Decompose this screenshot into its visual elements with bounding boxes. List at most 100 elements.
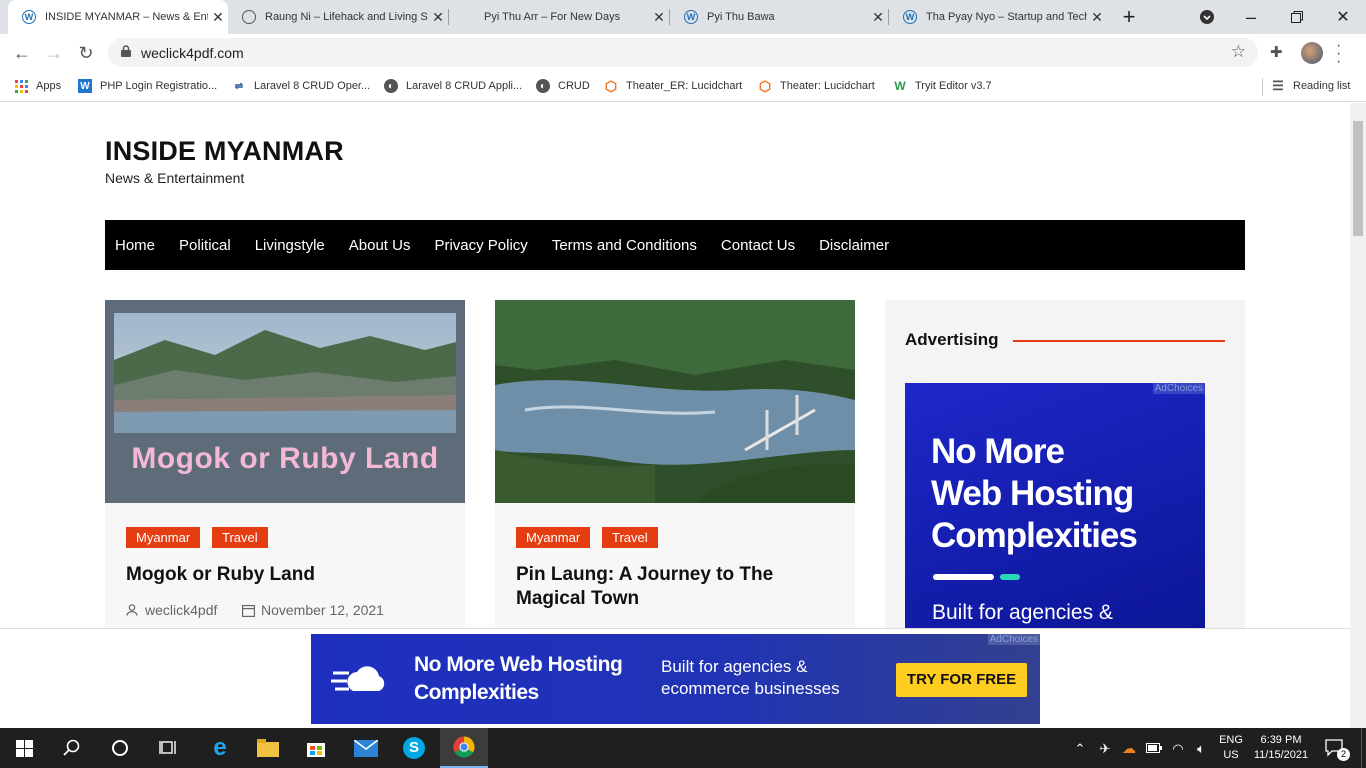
post-title[interactable]: Mogok or Ruby Land — [126, 563, 446, 587]
close-tab-icon[interactable]: ✕ — [649, 9, 669, 26]
close-tab-icon[interactable]: ✕ — [428, 9, 448, 26]
post-author[interactable]: weclick4pdf — [126, 602, 217, 618]
battery-icon[interactable] — [1143, 728, 1165, 768]
tab-title: INSIDE MYANMAR – News & Entertainment — [45, 11, 208, 23]
bookmark-tryit-editor[interactable]: W Tryit Editor v3.7 — [893, 79, 991, 93]
tab-tha-pyay-nyo[interactable]: W Tha Pyay Nyo – Startup and Technology … — [889, 0, 1107, 34]
scrollbar-thumb[interactable] — [1353, 121, 1363, 236]
tab-pyi-thu-bawa[interactable]: W Pyi Thu Bawa ✕ — [670, 0, 888, 34]
category-badge[interactable]: Myanmar — [516, 527, 591, 548]
avatar[interactable] — [1301, 42, 1323, 64]
bookmark-label: Laravel 8 CRUD Appli... — [406, 80, 523, 92]
bottom-ad-banner[interactable]: No More Web Hosting Complexities Built f… — [311, 634, 1040, 724]
restore-icon — [1291, 11, 1303, 23]
reading-list-icon: ☰ — [1272, 78, 1284, 93]
file-explorer-icon[interactable] — [244, 728, 292, 768]
bookmark-laravel-crud-appli[interactable]: ◐ Laravel 8 CRUD Appli... — [384, 79, 522, 93]
bookmark-theater-er[interactable]: ⬡ Theater_ER: Lucidchart — [604, 77, 743, 94]
bookmark-star-icon[interactable]: ☆ — [1231, 42, 1246, 62]
category-badge[interactable]: Travel — [602, 527, 658, 548]
skype-icon[interactable]: S — [390, 728, 438, 768]
site-title[interactable]: INSIDE MYANMAR — [105, 136, 344, 167]
bookmark-laravel-crud-oper[interactable]: ⇌ Laravel 8 CRUD Oper... — [232, 79, 370, 93]
forward-button[interactable]: → — [42, 41, 66, 65]
tab-raung-ni[interactable]: Raung Ni – Lifehack and Living Style ✕ — [228, 0, 448, 34]
ad-headline: No More Web Hosting Complexities — [414, 651, 623, 707]
lucidchart-icon: ⬡ — [758, 77, 772, 94]
restore-button[interactable] — [1274, 0, 1320, 34]
menu-kebab-icon[interactable]: · · · — [1336, 38, 1341, 70]
back-button[interactable]: ← — [10, 41, 34, 65]
nav-about-us[interactable]: About Us — [349, 237, 411, 254]
nav-political[interactable]: Political — [179, 237, 231, 254]
cortana-button[interactable] — [96, 728, 144, 768]
ad-subline-line: Built for agencies & — [661, 657, 808, 676]
language-code: ENG — [1219, 734, 1243, 746]
close-tab-icon[interactable]: ✕ — [1087, 9, 1107, 26]
main-navigation: Home Political Livingstyle About Us Priv… — [105, 220, 1245, 270]
tab-inside-myanmar[interactable]: W INSIDE MYANMAR – News & Entertainment … — [8, 0, 228, 34]
author-name: weclick4pdf — [145, 602, 218, 618]
w3-icon: W — [894, 79, 906, 93]
tab-pyi-thu-arr[interactable]: Pyi Thu Arr – For New Days ✕ — [449, 0, 669, 34]
clock-date: 11/15/2021 — [1253, 749, 1309, 761]
network-offline-icon[interactable]: ✈ — [1094, 728, 1116, 768]
bookmark-label: PHP Login Registratio... — [100, 80, 218, 92]
nav-disclaimer[interactable]: Disclaimer — [819, 237, 889, 254]
close-tab-icon[interactable]: ✕ — [868, 9, 888, 26]
reading-list-button[interactable]: ☰ Reading list — [1271, 78, 1350, 93]
category-badge[interactable]: Travel — [212, 527, 268, 548]
close-window-button[interactable]: ✕ — [1320, 0, 1366, 34]
tab-search-button[interactable] — [1184, 0, 1230, 34]
address-bar[interactable]: weclick4pdf.com ☆ — [108, 38, 1258, 67]
bookmark-apps[interactable]: Apps — [14, 79, 61, 93]
wordpress-icon: W — [903, 10, 917, 24]
lake-bridge-image — [495, 300, 855, 503]
post-title[interactable]: Pin Laung: A Journey to The Magical Town — [516, 563, 836, 611]
ad-headline-line: No More — [931, 432, 1065, 471]
edge-icon[interactable]: e — [196, 728, 244, 768]
bookmark-label: Theater_ER: Lucidchart — [626, 80, 743, 92]
windows-logo-icon — [15, 739, 33, 757]
store-icon[interactable] — [292, 728, 340, 768]
post-thumbnail[interactable]: Mogok or Ruby Land — [105, 300, 465, 503]
adchoices-link[interactable]: AdChoices — [987, 634, 1040, 645]
minimize-button[interactable]: – — [1228, 0, 1274, 34]
bookmark-theater[interactable]: ⬡ Theater: Lucidchart — [758, 77, 875, 94]
extensions-icon[interactable]: ✚ — [1270, 43, 1290, 63]
sidebar-ad[interactable]: AdChoices No More Web Hosting Complexiti… — [905, 383, 1205, 633]
reload-button[interactable]: ↻ — [74, 41, 98, 65]
wordpress-icon: W — [684, 10, 698, 24]
nav-livingstyle[interactable]: Livingstyle — [255, 237, 325, 254]
bookmarks-bar: Apps W PHP Login Registratio... ⇌ Larave… — [0, 72, 1366, 102]
nav-contact-us[interactable]: Contact Us — [721, 237, 795, 254]
wifi-icon[interactable]: ◠ — [1167, 728, 1189, 768]
post-date[interactable]: November 12, 2021 — [242, 602, 384, 618]
show-desktop-button[interactable] — [1361, 728, 1366, 768]
adchoices-link[interactable]: AdChoices — [1152, 383, 1205, 394]
new-tab-button[interactable]: + — [1106, 0, 1152, 34]
speaker-icon[interactable]: 🔈︎ — [1190, 728, 1212, 768]
mail-icon[interactable] — [342, 728, 390, 768]
try-for-free-button[interactable]: TRY FOR FREE — [896, 663, 1027, 697]
clock[interactable]: 6:39 PM 11/15/2021 — [1250, 728, 1312, 768]
action-center-button[interactable]: 2 — [1320, 728, 1350, 768]
nav-terms-and-conditions[interactable]: Terms and Conditions — [552, 237, 697, 254]
nav-privacy-policy[interactable]: Privacy Policy — [434, 237, 527, 254]
task-view-button[interactable] — [144, 728, 192, 768]
nav-home[interactable]: Home — [115, 237, 155, 254]
close-tab-icon[interactable]: ✕ — [208, 9, 228, 26]
chrome-taskbar-icon[interactable] — [440, 728, 488, 768]
search-icon — [63, 739, 80, 756]
lucidchart-icon: ⬡ — [604, 77, 618, 94]
bookmark-crud[interactable]: ◐ CRUD — [536, 79, 590, 93]
post-thumbnail[interactable] — [495, 300, 855, 503]
start-button[interactable] — [0, 728, 48, 768]
bookmark-php-login[interactable]: W PHP Login Registratio... — [78, 79, 217, 93]
page-scrollbar[interactable] — [1350, 103, 1366, 728]
search-button[interactable] — [48, 728, 96, 768]
category-badge[interactable]: Myanmar — [126, 527, 201, 548]
language-indicator[interactable]: ENG US — [1214, 728, 1248, 768]
show-hidden-icons-chevron-up-icon[interactable]: ⌃ — [1070, 728, 1090, 768]
cloud-icon[interactable]: ☁ — [1118, 728, 1140, 768]
